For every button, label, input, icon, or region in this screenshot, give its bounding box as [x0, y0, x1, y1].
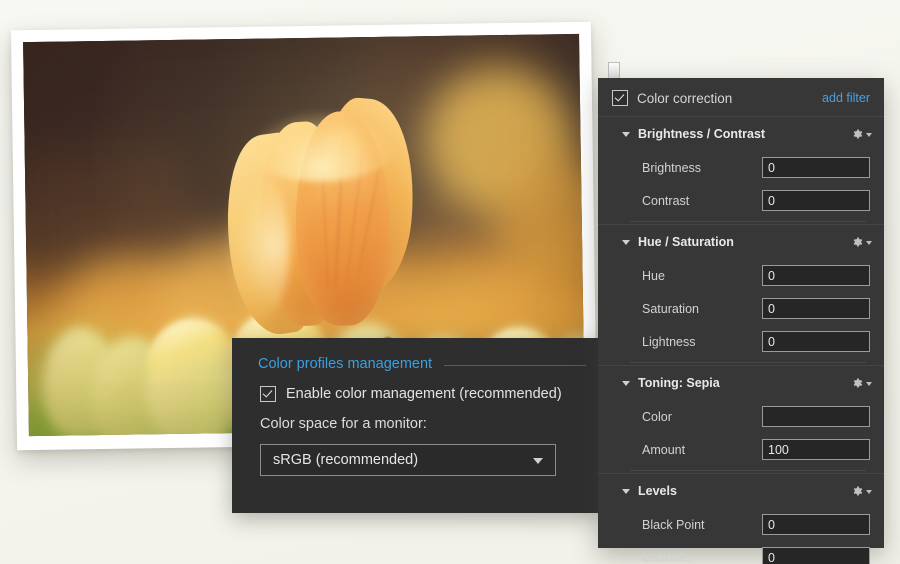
gear-icon[interactable]: [851, 236, 872, 248]
chevron-down-icon: [533, 458, 543, 464]
hue-input[interactable]: 0: [762, 265, 870, 286]
enable-color-management-label: Enable color management (recommended): [286, 386, 562, 402]
chevron-down-icon: [866, 382, 872, 386]
saturation-input[interactable]: 0: [762, 298, 870, 319]
gear-icon[interactable]: [851, 485, 872, 497]
field-label: Saturation: [642, 302, 762, 316]
color-correction-label: Color correction: [637, 91, 822, 106]
filter-section-brightness-contrast: Brightness / Contrast Brightness 0 Contr…: [598, 116, 884, 222]
color-profiles-dialog: Color profiles management Enable color m…: [232, 338, 602, 513]
section-header[interactable]: Hue / Saturation: [598, 225, 884, 259]
field-row-saturation: Saturation 0: [598, 292, 884, 325]
color-profiles-title: Color profiles management: [258, 356, 432, 372]
field-label: Amount: [642, 443, 762, 457]
checkbox-checked-icon: [260, 386, 276, 402]
filter-section-toning-sepia: Toning: Sepia Color Amount 100: [598, 365, 884, 471]
contrast-input[interactable]: 0: [762, 190, 870, 211]
section-header[interactable]: Brightness / Contrast: [598, 117, 884, 151]
field-label: Lightness: [642, 335, 762, 349]
field-row-lightness: Lightness 0: [598, 325, 884, 358]
color-profiles-header: Color profiles management: [232, 338, 602, 372]
midtones-input[interactable]: 0: [762, 547, 870, 564]
amount-input[interactable]: 100: [762, 439, 870, 460]
filter-panel: Color correction add filter Brightness /…: [598, 78, 884, 548]
section-title: Brightness / Contrast: [638, 127, 851, 141]
section-divider: [630, 221, 866, 222]
field-row-hue: Hue 0: [598, 259, 884, 292]
gear-icon[interactable]: [851, 128, 872, 140]
chevron-down-icon: [622, 489, 630, 494]
enable-color-management-checkbox[interactable]: Enable color management (recommended): [260, 386, 586, 402]
chevron-down-icon: [622, 381, 630, 386]
color-space-select[interactable]: sRGB (recommended): [260, 444, 556, 476]
section-divider: [630, 470, 866, 471]
add-filter-link[interactable]: add filter: [822, 91, 870, 105]
filter-section-hue-saturation: Hue / Saturation Hue 0 Saturation 0 Ligh…: [598, 224, 884, 363]
app-canvas: Color profiles management Enable color m…: [0, 0, 900, 564]
field-label: Color: [642, 410, 762, 424]
section-title: Toning: Sepia: [638, 376, 851, 390]
section-header[interactable]: Toning: Sepia: [598, 366, 884, 400]
chevron-down-icon: [866, 490, 872, 494]
field-label: Brightness: [642, 161, 762, 175]
field-label: Hue: [642, 269, 762, 283]
color-correction-checkbox[interactable]: [612, 90, 628, 106]
field-label: Midtones: [642, 551, 762, 564]
field-row-contrast: Contrast 0: [598, 184, 884, 217]
chevron-down-icon: [866, 133, 872, 137]
lightness-input[interactable]: 0: [762, 331, 870, 352]
color-profiles-body: Enable color management (recommended) Co…: [232, 372, 602, 476]
section-title: Hue / Saturation: [638, 235, 851, 249]
color-space-selected-value: sRGB (recommended): [273, 452, 418, 468]
header-divider: [444, 365, 586, 366]
gear-icon[interactable]: [851, 377, 872, 389]
chevron-down-icon: [866, 241, 872, 245]
sepia-color-swatch-button[interactable]: [762, 406, 870, 427]
field-label: Contrast: [642, 194, 762, 208]
photo-main-tulip: [224, 72, 418, 353]
field-label: Black Point: [642, 518, 762, 532]
chevron-down-icon: [622, 132, 630, 137]
field-row-amount: Amount 100: [598, 433, 884, 466]
section-header[interactable]: Levels: [598, 474, 884, 508]
brightness-input[interactable]: 0: [762, 157, 870, 178]
section-title: Levels: [638, 484, 851, 498]
field-row-brightness: Brightness 0: [598, 151, 884, 184]
section-divider: [630, 362, 866, 363]
field-row-black-point: Black Point 0: [598, 508, 884, 541]
chevron-down-icon: [622, 240, 630, 245]
black-point-input[interactable]: 0: [762, 514, 870, 535]
color-space-label: Color space for a monitor:: [260, 416, 586, 432]
filter-section-levels: Levels Black Point 0 Midtones 0 White Po…: [598, 473, 884, 564]
field-row-midtones: Midtones 0: [598, 541, 884, 564]
filter-panel-header: Color correction add filter: [598, 78, 884, 116]
field-row-color: Color: [598, 400, 884, 433]
